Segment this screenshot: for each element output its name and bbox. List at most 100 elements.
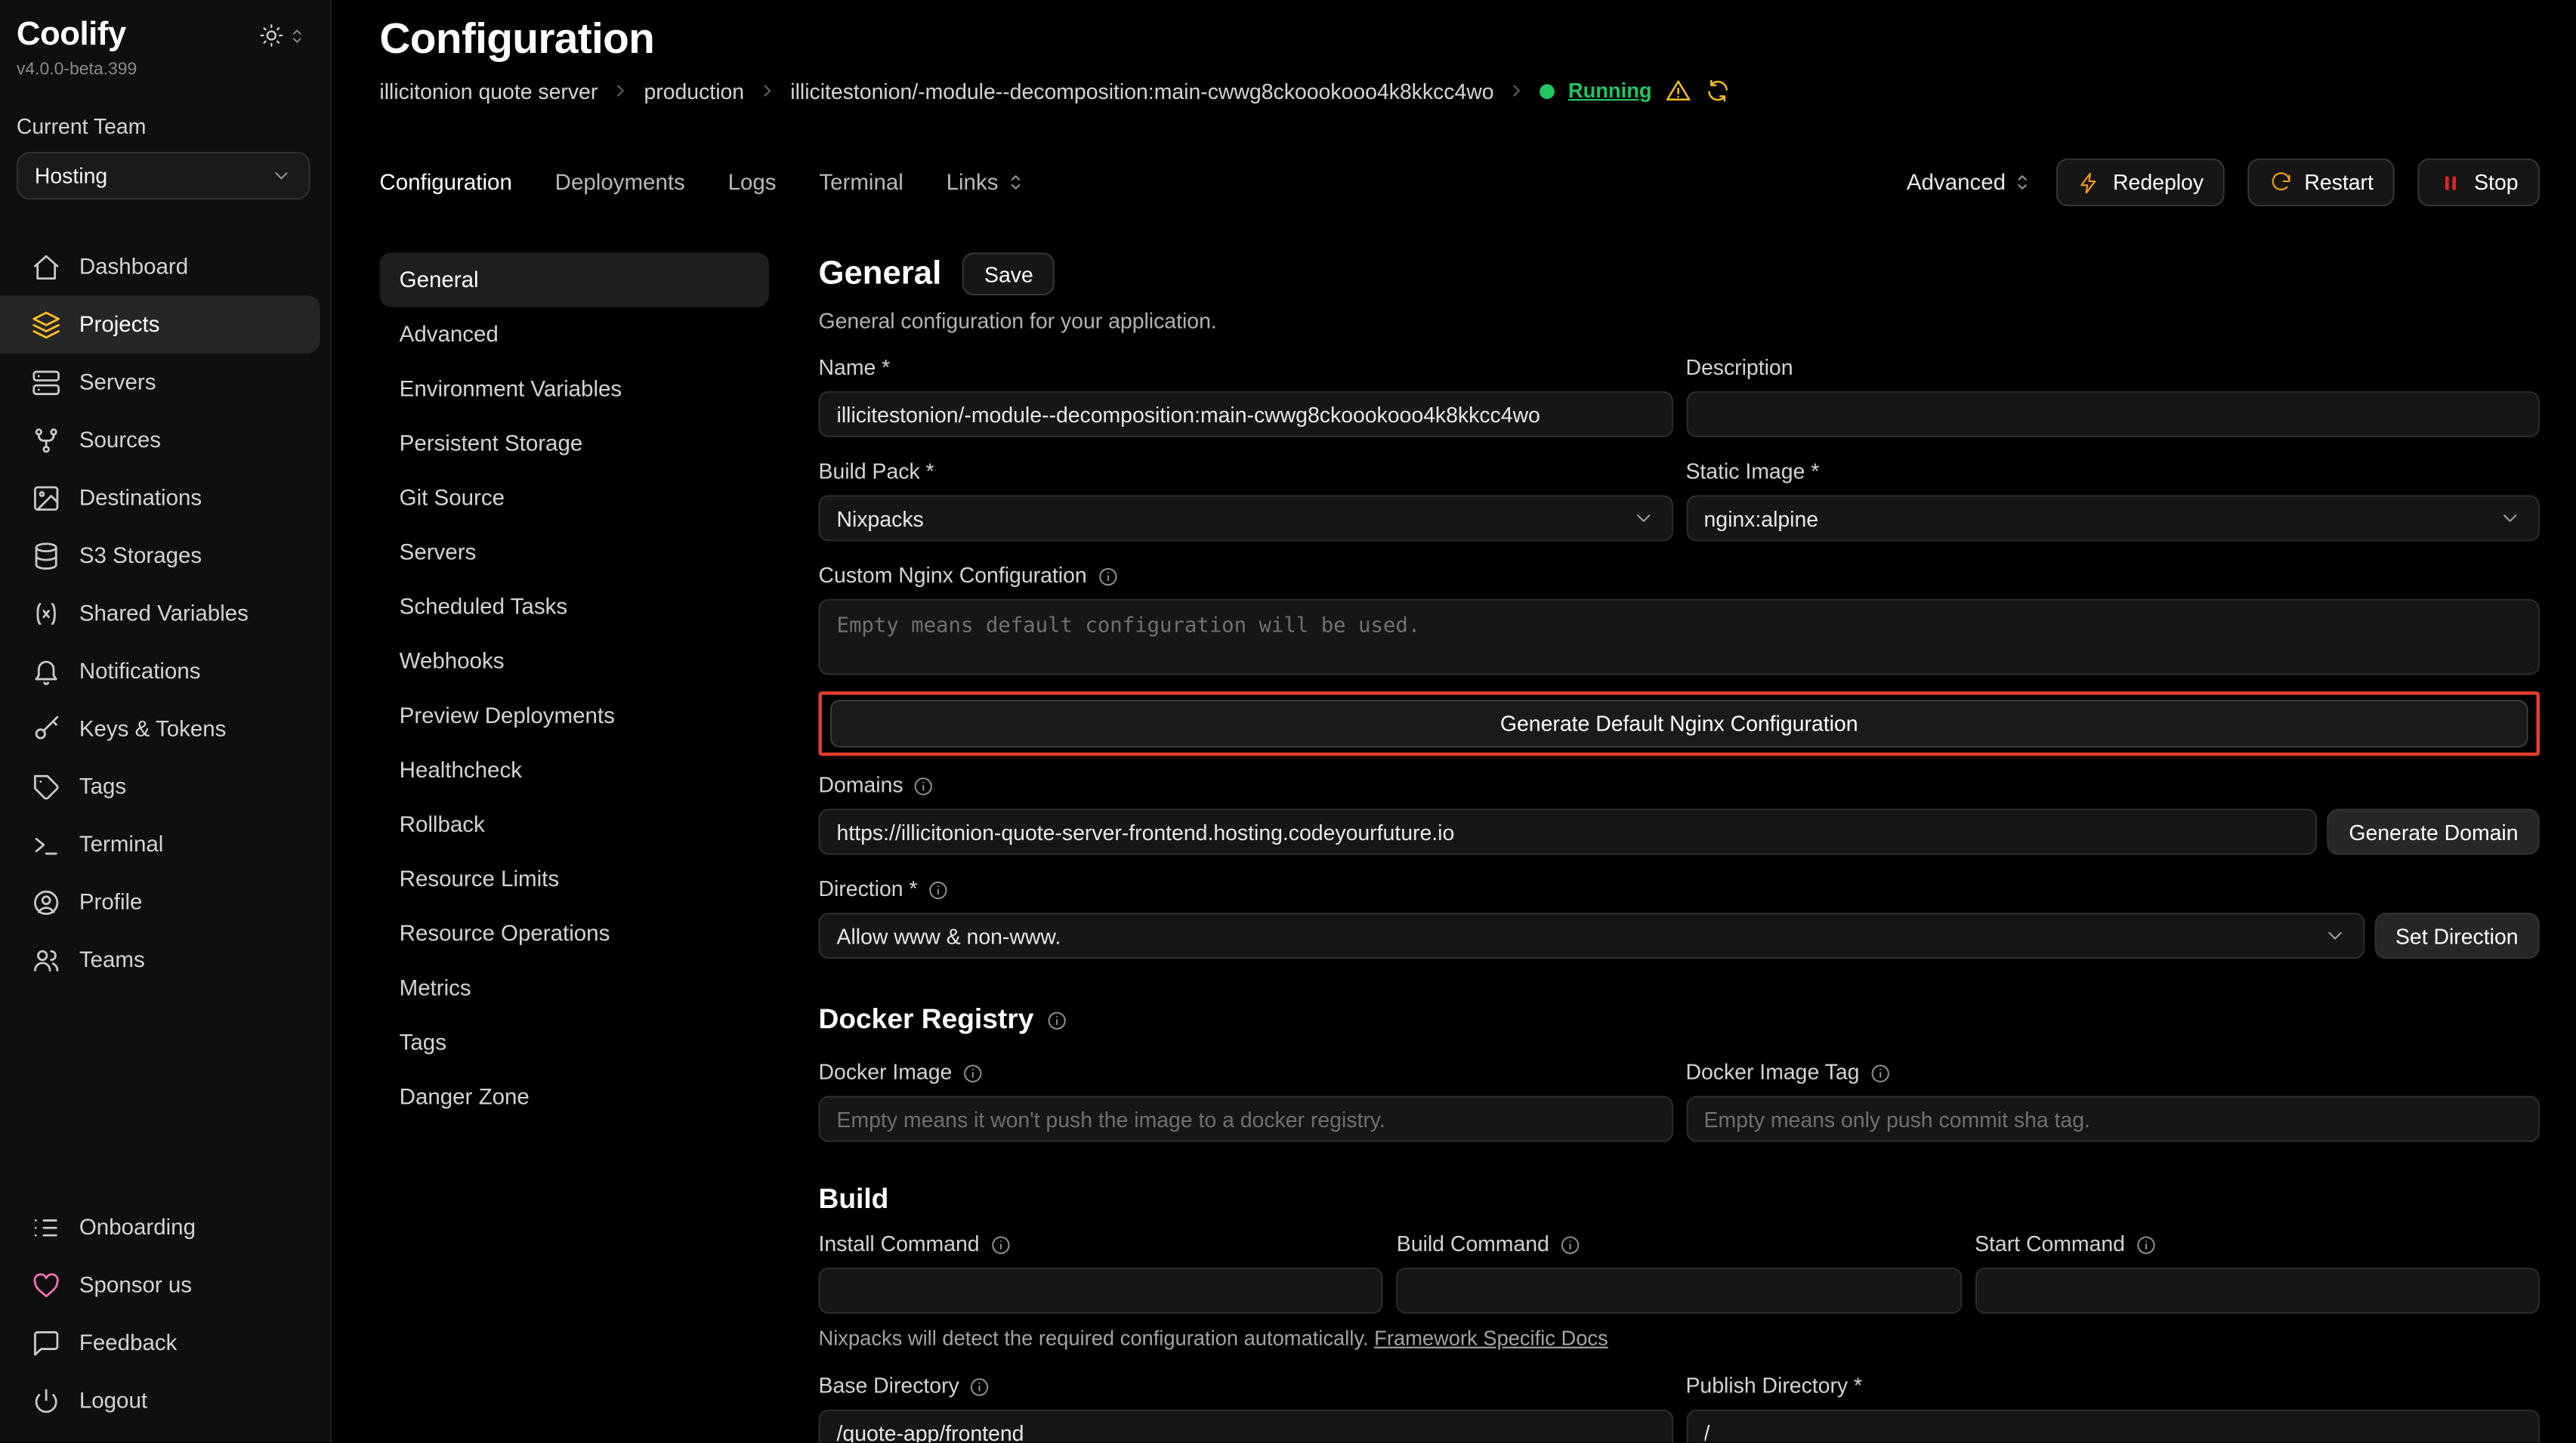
sidebar-item-onboarding[interactable]: Onboarding — [0, 1198, 320, 1256]
breadcrumb-application[interactable]: illicitestonion/-module--decomposition:m… — [790, 79, 1493, 104]
install-command-input[interactable] — [819, 1268, 1384, 1314]
info-icon[interactable] — [928, 879, 949, 900]
tabs: Configuration Deployments Logs Terminal … — [379, 170, 1026, 195]
status-running-link[interactable]: Running — [1568, 79, 1652, 103]
sidebar-item-feedback[interactable]: Feedback — [0, 1314, 320, 1371]
theme-toggle[interactable] — [259, 23, 307, 48]
info-icon[interactable] — [962, 1062, 983, 1083]
docker-image-input[interactable] — [819, 1096, 1673, 1142]
sidebar-item-label: Notifications — [79, 659, 201, 684]
sidebar-item-projects[interactable]: Projects — [0, 295, 320, 353]
subnav-item-scheduled-tasks[interactable]: Scheduled Tasks — [379, 579, 769, 634]
info-icon[interactable] — [1097, 565, 1118, 586]
warning-icon[interactable] — [1665, 78, 1691, 104]
breadcrumb-project[interactable]: illicitonion quote server — [379, 79, 598, 104]
chevron-right-icon — [1507, 81, 1527, 100]
description-input[interactable] — [1685, 391, 2539, 437]
team-select[interactable]: Hosting — [17, 152, 310, 199]
sidebar-item-notifications[interactable]: Notifications — [0, 642, 320, 700]
subnav-item-advanced[interactable]: Advanced — [379, 307, 769, 361]
sidebar-item-dashboard[interactable]: Dashboard — [0, 238, 320, 295]
name-input[interactable] — [819, 391, 1673, 437]
section-title: General — [819, 254, 942, 293]
sidebar-item-logout[interactable]: Logout — [0, 1371, 320, 1429]
advanced-dropdown[interactable]: Advanced — [1907, 170, 2034, 195]
restart-button[interactable]: Restart — [2248, 159, 2395, 206]
build-heading: Build — [819, 1182, 2540, 1218]
info-icon[interactable] — [969, 1376, 990, 1397]
subnav-item-general[interactable]: General — [379, 252, 769, 307]
subnav-item-git-source[interactable]: Git Source — [379, 471, 769, 525]
info-icon[interactable] — [1047, 1009, 1068, 1030]
nginx-config-textarea[interactable] — [819, 599, 2540, 675]
subnav-item-persistent-storage[interactable]: Persistent Storage — [379, 416, 769, 470]
tab-deployments[interactable]: Deployments — [555, 170, 685, 195]
base-directory-input[interactable] — [819, 1410, 1673, 1443]
app-logo[interactable]: Coolify — [17, 17, 126, 54]
sidebar-item-keys-tokens[interactable]: Keys & Tokens — [0, 700, 320, 757]
subnav-item-metrics[interactable]: Metrics — [379, 960, 769, 1015]
heart-icon — [32, 1270, 61, 1299]
chevron-right-icon — [611, 81, 631, 100]
subnav-item-environment-variables[interactable]: Environment Variables — [379, 361, 769, 416]
chevron-right-icon — [758, 81, 777, 100]
docker-image-tag-input[interactable] — [1685, 1096, 2539, 1142]
static-image-label: Static Image * — [1685, 459, 2539, 485]
variable-icon — [32, 598, 61, 628]
sidebar-item-label: S3 Storages — [79, 543, 202, 568]
info-icon[interactable] — [990, 1234, 1011, 1255]
domains-input[interactable] — [819, 808, 2318, 854]
chevron-down-icon — [2323, 924, 2346, 947]
tab-terminal[interactable]: Terminal — [819, 170, 903, 195]
save-button[interactable]: Save — [963, 252, 1055, 295]
sidebar-item-sponsor-us[interactable]: Sponsor us — [0, 1256, 320, 1313]
info-icon[interactable] — [1559, 1234, 1580, 1255]
terminal-icon — [32, 830, 61, 859]
set-direction-button[interactable]: Set Direction — [2374, 913, 2540, 959]
sidebar-item-profile[interactable]: Profile — [0, 873, 320, 931]
domains-label: Domains — [819, 772, 2540, 799]
sidebar-item-label: Terminal — [79, 832, 163, 857]
subnav-item-webhooks[interactable]: Webhooks — [379, 634, 769, 688]
direction-select[interactable]: Allow www & non-www. — [819, 913, 2364, 959]
tab-links[interactable]: Links — [947, 170, 1027, 195]
static-image-select[interactable]: nginx:alpine — [1685, 495, 2539, 541]
subnav-item-danger-zone[interactable]: Danger Zone — [379, 1070, 769, 1124]
base-directory-label: Base Directory — [819, 1373, 1673, 1400]
stop-button[interactable]: Stop — [2418, 159, 2540, 206]
subnav-item-resource-limits[interactable]: Resource Limits — [379, 851, 769, 906]
framework-docs-link[interactable]: Framework Specific Docs — [1374, 1327, 1608, 1350]
refresh-status-icon[interactable] — [1704, 78, 1731, 104]
subnav-item-preview-deployments[interactable]: Preview Deployments — [379, 688, 769, 743]
build-command-input[interactable] — [1397, 1268, 1962, 1314]
publish-directory-input[interactable] — [1685, 1410, 2539, 1443]
sidebar-item-servers[interactable]: Servers — [0, 353, 320, 410]
subnav-item-tags[interactable]: Tags — [379, 1015, 769, 1069]
info-icon[interactable] — [2135, 1234, 2156, 1255]
layers-icon — [32, 310, 61, 339]
tab-logs[interactable]: Logs — [728, 170, 777, 195]
app-version: v4.0.0-beta.399 — [17, 60, 317, 79]
build-pack-select[interactable]: Nixpacks — [819, 495, 1673, 541]
generate-nginx-button[interactable]: Generate Default Nginx Configuration — [830, 700, 2528, 747]
info-icon[interactable] — [913, 775, 934, 796]
generate-domain-button[interactable]: Generate Domain — [2327, 808, 2540, 854]
subnav-item-healthcheck[interactable]: Healthcheck — [379, 743, 769, 797]
subnav-item-rollback[interactable]: Rollback — [379, 797, 769, 851]
team-select-value: Hosting — [35, 163, 107, 188]
sidebar-item-destinations[interactable]: Destinations — [0, 468, 320, 526]
info-icon[interactable] — [1870, 1062, 1891, 1083]
subnav-item-servers[interactable]: Servers — [379, 525, 769, 579]
sidebar-item-tags[interactable]: Tags — [0, 758, 320, 815]
sidebar-item-shared-variables[interactable]: Shared Variables — [0, 584, 320, 641]
sidebar-item-label: Profile — [79, 889, 143, 914]
subnav-item-resource-operations[interactable]: Resource Operations — [379, 906, 769, 960]
breadcrumb-environment[interactable]: production — [644, 79, 744, 104]
tab-configuration[interactable]: Configuration — [379, 170, 511, 195]
sidebar-item-terminal[interactable]: Terminal — [0, 815, 320, 873]
start-command-input[interactable] — [1975, 1268, 2540, 1314]
redeploy-button[interactable]: Redeploy — [2057, 159, 2225, 206]
sidebar-item-teams[interactable]: Teams — [0, 931, 320, 988]
sidebar-item-s3-storages[interactable]: S3 Storages — [0, 527, 320, 584]
sidebar-item-sources[interactable]: Sources — [0, 411, 320, 468]
